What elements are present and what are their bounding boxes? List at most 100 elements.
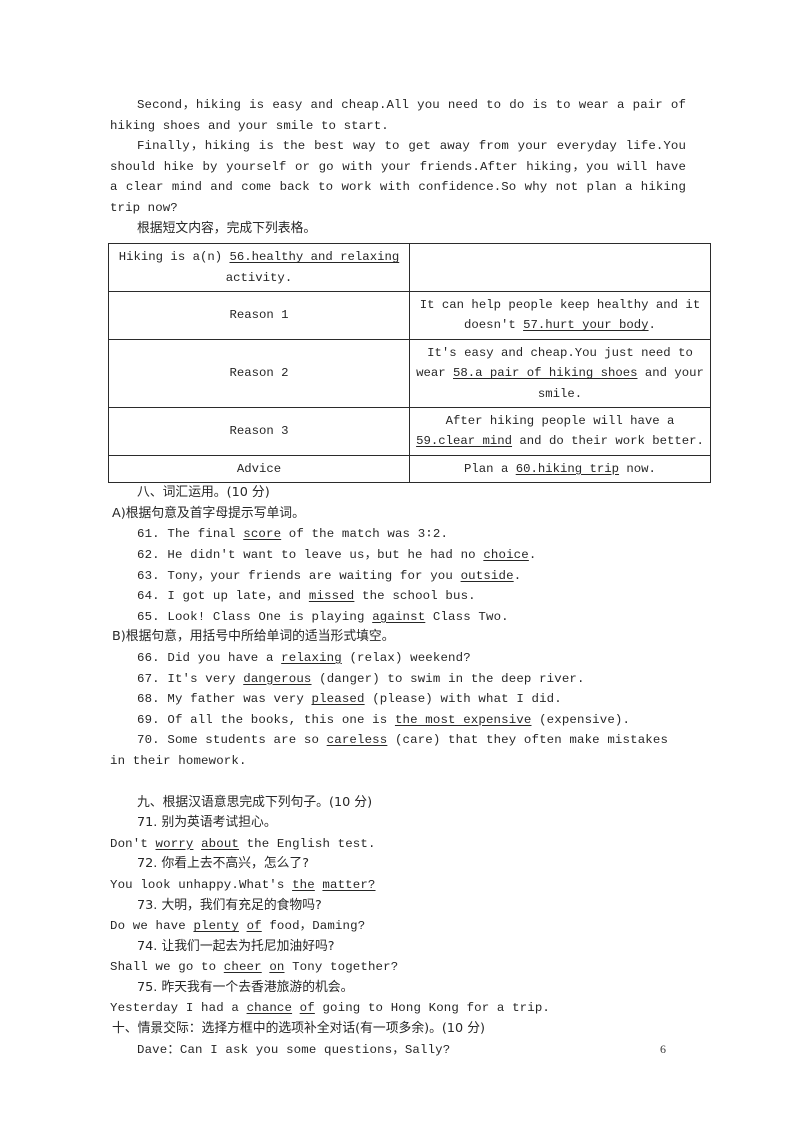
question-68-answer: pleased — [311, 692, 365, 707]
question-75-chinese-text: 昨天我有一个去香港旅游的机会。 — [161, 979, 354, 995]
reason-2-label: Reason 2 — [108, 338, 410, 409]
question-64-number: 64. — [137, 589, 160, 604]
question-71-chinese: 71. 别为英语考试担心。 — [110, 813, 686, 834]
table-instruction: 根据短文内容，完成下列表格。 — [137, 220, 317, 236]
advice-text-after: now. — [626, 461, 656, 476]
question-71-after: the English test. — [246, 836, 376, 851]
question-74-after: Tony together? — [292, 960, 399, 975]
reason-2-answer-58: 58.a pair of hiking shoes — [453, 366, 638, 381]
question-64-after: the school bus. — [361, 589, 476, 604]
exam-page: Second，hiking is easy and cheap.All you … — [0, 0, 794, 1123]
question-64: 64. I got up late，and missed the school … — [110, 586, 686, 607]
question-75-answer-line: Yesterday I had a chance of going to Hon… — [110, 998, 686, 1019]
question-75-answer-1: chance — [246, 1001, 293, 1016]
question-73-chinese: 73. 大明，我们有充足的食物吗? — [110, 896, 686, 917]
question-73-answer-line: Do we have plenty of food，Daming? — [110, 916, 686, 937]
question-74-before: Shall we go to — [110, 960, 217, 975]
question-66-after: (relax) weekend? — [349, 650, 471, 665]
question-71-answer-1: worry — [155, 836, 194, 851]
question-75-after: going to Hong Kong for a trip. — [322, 1001, 551, 1016]
table-topic-blank-cell — [409, 243, 711, 292]
question-71-chinese-text: 别为英语考试担心。 — [161, 815, 277, 831]
question-74-chinese-text: 让我们一起去为托尼加油好吗? — [161, 938, 335, 954]
question-61-answer: score — [243, 527, 282, 542]
question-69-before: Of all the books, this one is — [167, 712, 388, 727]
question-70: 70. Some students are so careless (care)… — [110, 730, 686, 771]
question-74-answer-line: Shall we go to cheer on Tony together? — [110, 957, 686, 978]
advice-label: Advice — [108, 454, 410, 484]
question-72-number: 72. — [137, 856, 158, 872]
question-63-answer: outside — [460, 568, 514, 583]
reason-1-answer-57: 57.hurt your body — [523, 318, 649, 333]
question-61-before: The final — [167, 527, 236, 542]
reason-1-text-after: . — [648, 318, 656, 333]
reason-3-label: Reason 3 — [108, 407, 410, 456]
question-66-answer: relaxing — [281, 650, 342, 665]
reason-3-text-before: After hiking people will have a — [445, 414, 675, 428]
question-63-before: Tony，your friends are waiting for you — [167, 568, 453, 583]
question-72-answer-2: matter? — [322, 877, 376, 892]
question-68-after: (please) with what I did. — [372, 692, 562, 707]
question-63-number: 63. — [137, 568, 160, 583]
question-75-before: Yesterday I had a — [110, 1001, 239, 1016]
question-67-answer: dangerous — [243, 671, 312, 686]
reason-1-label: Reason 1 — [108, 290, 410, 340]
question-73-before: Do we have — [110, 919, 186, 934]
question-70-answer: careless — [326, 733, 388, 748]
question-62: 62. He didn't want to leave us，but he ha… — [110, 545, 686, 566]
page-content: Second，hiking is easy and cheap.All you … — [108, 95, 711, 1060]
advice-answer-60: 60.hiking trip — [515, 461, 620, 476]
question-75-number: 75. — [137, 979, 158, 995]
question-64-before: I got up late，and — [167, 589, 302, 604]
question-61-after: of the match was 3∶2. — [288, 527, 449, 542]
reason-3-answer-59: 59.clear mind — [416, 434, 513, 449]
question-72-answer-line: You look unhappy.What's the matter? — [110, 875, 686, 896]
question-71-before: Don't — [110, 836, 148, 851]
question-66-before: Did you have a — [167, 650, 274, 665]
table-row: Hiking is a(n) 56.healthy and relaxing a… — [108, 243, 711, 292]
question-69: 69. Of all the books, this one is the mo… — [110, 710, 686, 731]
section-eight-sub-b: B)根据句意，用括号中所给单词的适当形式填空。 — [112, 629, 395, 645]
question-74-chinese: 74. 让我们一起去为托尼加油好吗? — [110, 937, 686, 958]
reason-3-content: After hiking people will have a 59.clear… — [409, 407, 711, 456]
section-eight-sub-a: A)根据句意及首字母提示写单词。 — [112, 505, 305, 521]
reason-3-text-after: and do their work better. — [519, 434, 704, 449]
question-63-after: . — [513, 568, 522, 583]
question-68-number: 68. — [137, 692, 160, 707]
section-ten-dialogue-line: Dave：Can I ask you some questions，Sally? — [137, 1042, 451, 1057]
question-66: 66. Did you have a relaxing (relax) week… — [110, 648, 686, 669]
question-67-number: 67. — [137, 671, 160, 686]
advice-content: Plan a 60.hiking trip now. — [409, 454, 711, 484]
question-65-after: Class Two. — [432, 609, 509, 624]
question-73-after: food，Daming? — [269, 919, 366, 934]
table-topic-cell: Hiking is a(n) 56.healthy and relaxing a… — [108, 243, 410, 292]
advice-text-before: Plan a — [464, 461, 509, 476]
question-73-number: 73. — [137, 897, 158, 913]
question-69-answer: the most expensive — [394, 712, 532, 727]
question-67-before: It's very — [167, 671, 236, 686]
question-65-answer: against — [372, 609, 426, 624]
question-74-answer-2: on — [269, 960, 285, 975]
question-72-chinese: 72. 你看上去不高兴，怎么了? — [110, 854, 686, 875]
question-67-after: (danger) to swim in the deep river. — [319, 671, 585, 686]
question-62-after: . — [528, 548, 537, 562]
section-nine-heading: 九、根据汉语意思完成下列句子。(10 分) — [137, 794, 373, 810]
question-72-chinese-text: 你看上去不高兴，怎么了? — [161, 856, 309, 872]
question-65: 65. Look! Class One is playing against C… — [110, 607, 686, 628]
topic-prefix: Hiking is a(n) — [118, 250, 223, 265]
question-64-answer: missed — [308, 589, 355, 604]
page-number: 6 — [660, 1042, 666, 1056]
topic-suffix: activity. — [225, 270, 293, 285]
question-73-chinese-text: 大明，我们有充足的食物吗? — [161, 897, 322, 913]
question-73-answer-1: plenty — [193, 919, 239, 934]
question-70-before: Some students are so — [167, 733, 320, 748]
question-68-before: My father was very — [167, 692, 304, 707]
question-66-number: 66. — [137, 650, 160, 665]
reason-2-content: It's easy and cheap.You just need to wea… — [409, 338, 711, 409]
table-row: Reason 2 It's easy and cheap.You just ne… — [108, 338, 711, 409]
question-67: 67. It's very dangerous (danger) to swim… — [110, 669, 686, 690]
question-74-answer-1: cheer — [223, 960, 262, 975]
table-row: Advice Plan a 60.hiking trip now. — [108, 454, 711, 484]
question-74-number: 74. — [137, 938, 158, 954]
